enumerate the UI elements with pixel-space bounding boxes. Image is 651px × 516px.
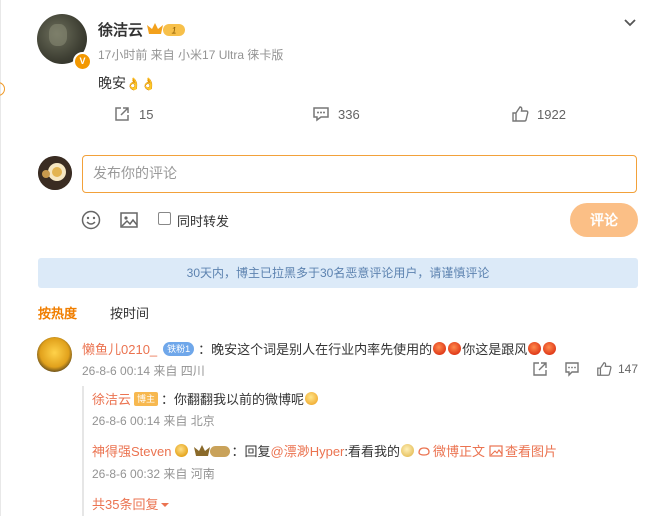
reply-author[interactable]: 徐洁云 bbox=[92, 389, 131, 408]
share-count: 15 bbox=[139, 106, 154, 122]
reply-prefix: ：回复 bbox=[231, 444, 271, 459]
more-replies-link[interactable]: 共35条回复 bbox=[92, 494, 170, 513]
post-meta: 17小时前 来自 小米17 Ultra 徕卡版 bbox=[98, 48, 284, 62]
hand-emoji-icon: 👌👌 bbox=[126, 77, 156, 91]
comment-like-count: 147 bbox=[618, 362, 639, 376]
chevron-down-icon[interactable] bbox=[620, 14, 640, 32]
like-button[interactable]: 1922 bbox=[511, 104, 566, 124]
comment-text-b: 你这是跟风 bbox=[462, 342, 528, 357]
view-image-link[interactable]: 查看图片 bbox=[505, 441, 557, 460]
svg-text:1: 1 bbox=[171, 26, 176, 36]
left-divider bbox=[0, 0, 1, 516]
comment-button[interactable]: 336 bbox=[312, 104, 360, 124]
reply-item: 徐洁云 博主 ：你翻翻我以前的微博呢 bbox=[92, 389, 319, 408]
tab-time[interactable]: 按时间 bbox=[110, 303, 149, 322]
reply-meta: 26-8-6 00:32 来自 河南 bbox=[92, 467, 215, 481]
more-replies-label: 共35条回复 bbox=[92, 497, 159, 512]
comment-text-a: ：晚安这个词是别人在行业内率先使用的 bbox=[198, 342, 433, 357]
comment-icon bbox=[313, 107, 329, 122]
moderation-notice: 30天内，博主已拉黑多于30名恶意评论用户，请谨慎评论 bbox=[38, 258, 638, 288]
angry-emoji-icon bbox=[433, 342, 447, 355]
emoji-icon[interactable] bbox=[80, 209, 102, 231]
comment-body: 懒鱼儿0210_ 铁粉1 ：晚安这个词是别人在行业内率先使用的 你这是跟风 bbox=[82, 339, 557, 358]
comment-meta: 26-8-6 00:14 来自 四川 bbox=[82, 364, 205, 378]
user-badge-icon bbox=[175, 444, 189, 457]
weibo-body-link[interactable]: 微博正文 bbox=[433, 441, 485, 460]
reply-author[interactable]: 神得强Steven bbox=[92, 441, 171, 460]
thumbs-up-icon bbox=[597, 362, 612, 376]
angry-emoji-icon bbox=[543, 342, 557, 355]
angry-emoji-icon bbox=[448, 342, 462, 355]
weibo-link-icon bbox=[418, 446, 430, 456]
repost-label[interactable]: 同时转发 bbox=[177, 211, 229, 230]
commenter-name[interactable]: 懒鱼儿0210_ bbox=[82, 339, 157, 358]
comment-input[interactable]: 发布你的评论 bbox=[82, 155, 637, 193]
reply-icon[interactable] bbox=[564, 361, 580, 377]
vip-crown-icon[interactable]: 1 bbox=[146, 20, 186, 38]
image-link-icon bbox=[489, 444, 503, 457]
reply-meta: 26-8-6 00:14 来自 北京 bbox=[92, 414, 215, 428]
post-text: 晚安👌👌 bbox=[98, 73, 156, 93]
post-text-body: 晚安 bbox=[98, 75, 126, 91]
my-avatar[interactable] bbox=[38, 156, 72, 190]
cat-emoji-icon bbox=[401, 444, 414, 457]
laugh-emoji-icon bbox=[305, 392, 319, 405]
tab-hot[interactable]: 按热度 bbox=[38, 303, 77, 322]
commenter-avatar[interactable] bbox=[37, 337, 72, 372]
mention-link[interactable]: @漂渺Hyper bbox=[271, 441, 345, 460]
author-name[interactable]: 徐洁云 bbox=[98, 19, 143, 40]
image-icon[interactable] bbox=[118, 209, 140, 231]
vip-crown-icon bbox=[194, 444, 231, 457]
submit-comment-button[interactable]: 评论 bbox=[570, 203, 638, 237]
reply-text: ：你翻翻我以前的微博呢 bbox=[161, 392, 305, 407]
comment-like-button[interactable]: 147 bbox=[596, 360, 638, 378]
thumbs-up-icon bbox=[512, 106, 529, 122]
share-icon[interactable] bbox=[532, 361, 548, 377]
share-button[interactable]: 15 bbox=[113, 104, 153, 124]
side-indicator-icon bbox=[0, 82, 5, 96]
like-count: 1922 bbox=[537, 106, 566, 122]
host-badge: 博主 bbox=[134, 391, 159, 406]
share-icon bbox=[115, 107, 129, 121]
repost-checkbox[interactable] bbox=[158, 212, 171, 225]
caret-down-icon bbox=[161, 503, 170, 507]
angry-emoji-icon bbox=[528, 342, 542, 355]
fan-badge[interactable]: 铁粉1 bbox=[163, 341, 195, 356]
my-avatar-image bbox=[38, 156, 72, 190]
reply-text: :看看我的 bbox=[344, 444, 400, 459]
comment-count: 336 bbox=[338, 106, 360, 122]
verified-badge-icon: V bbox=[73, 52, 92, 71]
reply-item: 神得强Steven ：回复 @漂渺Hyper :看看我的 微博正文 查看图片 bbox=[92, 441, 557, 460]
